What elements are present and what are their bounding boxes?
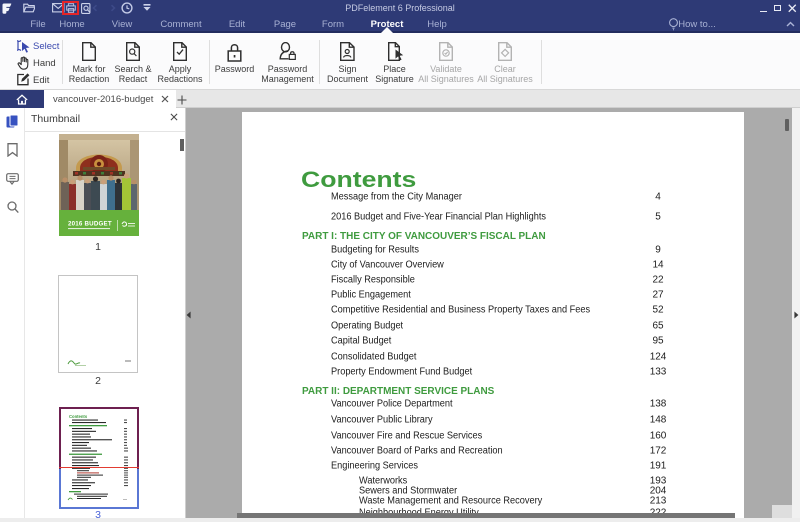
svg-text:2016 BUDGET: 2016 BUDGET <box>68 221 112 228</box>
